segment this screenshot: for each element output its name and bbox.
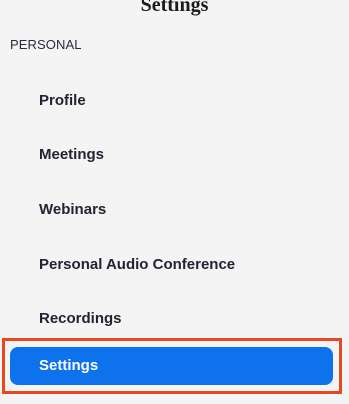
- sidebar-item-personal-audio-conference[interactable]: Personal Audio Conference: [10, 246, 333, 284]
- sidebar-item-meetings[interactable]: Meetings: [10, 136, 333, 174]
- page: PERSONAL Profile Meetings Webinars Perso…: [0, 0, 349, 404]
- sidebar-item-webinars[interactable]: Webinars: [10, 191, 333, 229]
- section-header-personal: PERSONAL: [10, 37, 82, 52]
- top-partial-title: Settings: [140, 0, 209, 16]
- sidebar-item-profile[interactable]: Profile: [10, 82, 333, 120]
- sidebar-item-recordings[interactable]: Recordings: [10, 300, 333, 338]
- sidebar-item-settings[interactable]: Settings: [10, 347, 333, 385]
- sidebar: PERSONAL Profile Meetings Webinars Perso…: [0, 0, 349, 404]
